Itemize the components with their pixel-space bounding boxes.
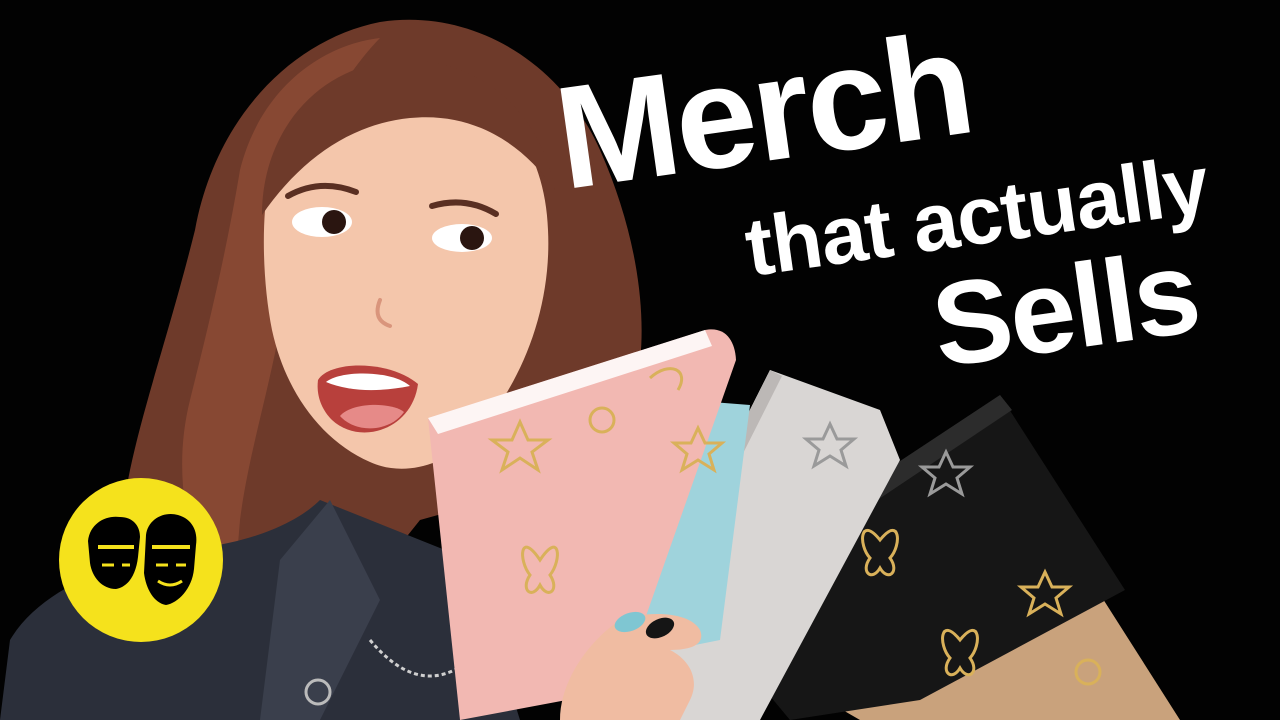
thumbnail: Merch that actually Sells <box>0 0 1280 720</box>
right-iris <box>460 226 484 250</box>
left-iris <box>322 210 346 234</box>
channel-logo-two-faces-icon <box>59 478 223 642</box>
